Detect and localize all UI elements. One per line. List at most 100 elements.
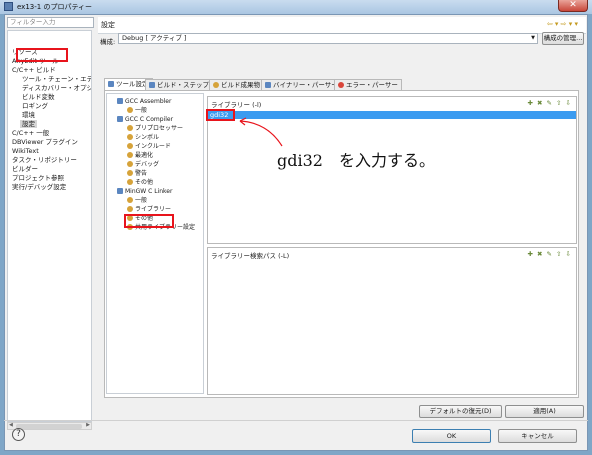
option-icon (127, 206, 133, 212)
nav-item-settings[interactable]: 設定 (20, 120, 37, 128)
tool-settings-icon (108, 81, 114, 87)
nav-item-project-references[interactable]: プロジェクト参照 (12, 174, 64, 182)
window-title: ex13-1 のプロパティー (17, 3, 93, 11)
apply-button[interactable]: 適用(A) (505, 405, 584, 418)
libraries-title: ライブラリー (-l) (211, 101, 262, 109)
tree-item-label: プリプロセッサー (135, 125, 184, 132)
footer-separator (4, 420, 588, 421)
annotation-text: gdi32 を入力する。 (277, 151, 435, 170)
config-value: Debug [ アクティブ ] (122, 34, 187, 42)
tab-build-steps[interactable]: ビルド・ステップ (145, 79, 213, 90)
list-action-icons[interactable]: ✚ ✖ ✎ ⇧ ⇩ (528, 99, 573, 107)
tab-binary-parsers[interactable]: バイナリー・パーサー (261, 79, 342, 90)
option-icon (127, 197, 133, 203)
nav-tree[interactable]: リソース AnyEdit ツール C/C++ ビルド ツール・チェーン・エディタ… (7, 30, 92, 422)
properties-window: ex13-1 のプロパティー ✕ フィルター入力 リソース AnyEdit ツー… (0, 0, 592, 455)
tree-item-label: その他 (135, 179, 154, 186)
app-icon (4, 2, 13, 11)
tree-item-label: MinGW C Linker (125, 188, 173, 195)
build-artifact-icon (213, 82, 219, 88)
tree-item-label: GCC C Compiler (125, 116, 174, 123)
restore-defaults-button[interactable]: デフォルトの復元(D) (419, 405, 502, 418)
tool-icon (117, 98, 123, 104)
tree-item-linker-general[interactable]: 一般 (127, 197, 147, 205)
error-parser-icon (338, 82, 344, 88)
tree-item-preprocessor[interactable]: プリプロセッサー (127, 125, 183, 133)
tree-item-debugging[interactable]: デバッグ (127, 161, 159, 169)
tool-settings-tree[interactable]: GCC Assembler 一般 GCC C Compiler プリプロセッサー… (106, 93, 204, 394)
title-bar[interactable]: ex13-1 のプロパティー ✕ (0, 0, 592, 14)
tree-item-includes[interactable]: インクルード (127, 143, 171, 151)
option-icon (127, 125, 133, 131)
nav-item-cpp-build[interactable]: C/C++ ビルド (12, 66, 56, 74)
nav-item-environment[interactable]: 環境 (22, 111, 35, 119)
highlight-box-libraries (124, 214, 174, 228)
tree-item-optimization[interactable]: 最適化 (127, 152, 153, 160)
tree-item-label: デバッグ (135, 161, 160, 168)
history-nav-icons[interactable]: ⇦ ▾ ⇨ ▾ ▾ (547, 20, 578, 28)
tab-error-parsers[interactable]: エラー・パーサー (334, 79, 402, 90)
scroll-right-icon[interactable]: ▶ (86, 422, 90, 428)
scrollbar-thumb[interactable] (16, 424, 82, 429)
tree-item-assembler-general[interactable]: 一般 (127, 107, 147, 115)
option-icon (127, 107, 133, 113)
tab-label: ツール設定 (116, 80, 149, 88)
tree-item-label: ライブラリー (135, 206, 172, 213)
nav-item-discovery-options[interactable]: ディスカバリー・オプション (22, 84, 91, 92)
nav-item-toolchain-editor[interactable]: ツール・チェーン・エディター (22, 75, 91, 83)
nav-item-run-debug-settings[interactable]: 実行/デバッグ設定 (12, 183, 66, 191)
highlight-box-cpp-build (16, 48, 68, 62)
option-icon (127, 143, 133, 149)
nav-item-task-repository[interactable]: タスク・リポジトリー (12, 156, 77, 164)
tree-item-label: 最適化 (135, 152, 154, 159)
tree-item-label: 一般 (135, 197, 148, 204)
tab-label: バイナリー・パーサー (273, 81, 338, 89)
tree-item-gcc-assembler[interactable]: GCC Assembler (117, 98, 171, 106)
chevron-down-icon: ▼ (531, 35, 535, 41)
nav-item-builders[interactable]: ビルダー (12, 165, 38, 173)
tree-item-gcc-c-compiler[interactable]: GCC C Compiler (117, 116, 173, 124)
tree-item-compiler-misc[interactable]: その他 (127, 179, 153, 187)
tool-icon (117, 188, 123, 194)
option-icon (127, 179, 133, 185)
scroll-left-icon[interactable]: ◀ (9, 422, 13, 428)
tree-item-label: 警告 (135, 170, 148, 177)
manage-configurations-button[interactable]: 構成の管理... (542, 32, 584, 45)
tree-item-warnings[interactable]: 警告 (127, 170, 147, 178)
tab-label: エラー・パーサー (346, 81, 398, 89)
page-title: 設定 (101, 21, 115, 29)
option-icon (127, 161, 133, 167)
help-icon[interactable]: ? (12, 428, 25, 441)
filter-input[interactable]: フィルター入力 (7, 17, 94, 28)
tab-build-artifact[interactable]: ビルド成果物 (209, 79, 264, 90)
ok-button[interactable]: OK (412, 429, 491, 443)
tree-item-label: 一般 (135, 107, 148, 114)
nav-item-build-variables[interactable]: ビルド変数 (22, 93, 55, 101)
config-select[interactable]: Debug [ アクティブ ] ▼ (118, 33, 538, 44)
build-steps-icon (149, 82, 155, 88)
tree-item-label: シンボル (135, 134, 160, 141)
tree-item-libraries[interactable]: ライブラリー (127, 206, 171, 214)
option-icon (127, 170, 133, 176)
tree-item-mingw-c-linker[interactable]: MinGW C Linker (117, 188, 172, 196)
tab-label: ビルド・ステップ (157, 81, 209, 89)
tree-item-symbols[interactable]: シンボル (127, 134, 159, 142)
nav-item-logging[interactable]: ロギング (22, 102, 48, 110)
tree-item-label: インクルード (135, 143, 171, 150)
nav-item-wikitext[interactable]: WikiText (12, 147, 39, 155)
library-search-path-section: ライブラリー検索パス (-L) ✚ ✖ ✎ ⇧ ⇩ (207, 247, 577, 395)
library-search-path-title: ライブラリー検索パス (-L) (211, 252, 290, 260)
tool-icon (117, 116, 123, 122)
close-button[interactable]: ✕ (558, 0, 588, 12)
library-list-item[interactable]: gdi32 (208, 111, 576, 119)
tab-label: ビルド成果物 (221, 81, 260, 89)
page-header: 設定 ⇦ ▾ ⇨ ▾ ▾ (98, 17, 586, 34)
nav-item-dbviewer[interactable]: DBViewer プラグイン (12, 138, 78, 146)
cancel-button[interactable]: キャンセル (498, 429, 577, 443)
highlight-box-gdi32 (206, 109, 235, 121)
list-action-icons[interactable]: ✚ ✖ ✎ ⇧ ⇩ (528, 250, 573, 258)
binary-parser-icon (265, 82, 271, 88)
option-icon (127, 152, 133, 158)
tree-item-label: GCC Assembler (125, 98, 172, 105)
nav-item-cpp-general[interactable]: C/C++ 一般 (12, 129, 49, 137)
